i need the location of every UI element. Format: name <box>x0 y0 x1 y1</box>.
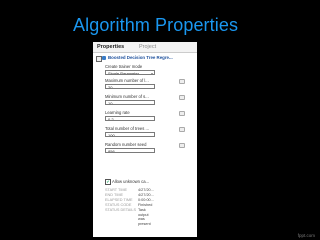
param-range-icon[interactable] <box>179 111 185 116</box>
end-time-label: END TIME <box>105 193 124 197</box>
param-range-icon[interactable] <box>179 143 185 148</box>
status-details-value: output <box>138 212 149 217</box>
status-code-value: Finished <box>138 203 153 207</box>
module-icon <box>102 55 106 60</box>
elapsed-time-label: ELAPSED TIME <box>105 198 133 202</box>
start-time-label: START TIME <box>105 188 128 192</box>
tab-properties[interactable]: Properties <box>97 44 124 50</box>
learning-rate-label: Learning rate <box>105 110 130 115</box>
status-details-value: present <box>138 221 151 226</box>
learning-rate-input[interactable]: 0.2 <box>105 116 155 121</box>
module-header[interactable]: Boosted Decision Tree Regre... <box>96 55 195 62</box>
param-range-icon[interactable] <box>179 95 185 100</box>
properties-panel: Properties Project Boosted Decision Tree… <box>93 42 197 237</box>
param-range-icon[interactable] <box>179 79 185 84</box>
allow-unknown-checkbox[interactable]: ✔ <box>105 179 111 185</box>
min-samples-input[interactable]: 10 <box>105 100 155 105</box>
random-seed-label: Random number seed <box>105 142 147 147</box>
status-details-value: Task <box>138 208 146 212</box>
slide-title: Algorithm Properties <box>73 15 239 35</box>
random-seed-input[interactable]: 856 <box>105 148 155 153</box>
param-range-icon[interactable] <box>179 127 185 132</box>
module-title: Boosted Decision Tree Regre... <box>108 55 173 60</box>
panel-tabs: Properties Project <box>93 42 197 53</box>
elapsed-time-value: 0:00:00... <box>138 198 154 202</box>
end-time-value: 4/27/20... <box>138 193 154 197</box>
tab-project[interactable]: Project <box>139 44 156 50</box>
watermark: fppt.com <box>297 233 315 238</box>
min-samples-label: Minimum number of s... <box>105 94 149 99</box>
create-trainer-mode-label: Create trainer mode <box>105 64 143 69</box>
status-details-label: STATUS DETAILS <box>105 208 137 212</box>
start-time-value: 4/27/20... <box>138 188 154 192</box>
allow-unknown-label: Allow unknown ca... <box>112 179 150 184</box>
create-trainer-mode-select[interactable]: Single Parameter <box>105 70 155 75</box>
status-details-value: was <box>138 217 145 221</box>
total-trees-label: Total number of trees ... <box>105 126 149 131</box>
total-trees-input[interactable]: 100 <box>105 132 155 137</box>
max-leaves-label: Maximum number of l... <box>105 78 149 83</box>
max-leaves-input[interactable]: 20 <box>105 84 155 89</box>
status-code-label: STATUS CODE <box>105 203 132 207</box>
